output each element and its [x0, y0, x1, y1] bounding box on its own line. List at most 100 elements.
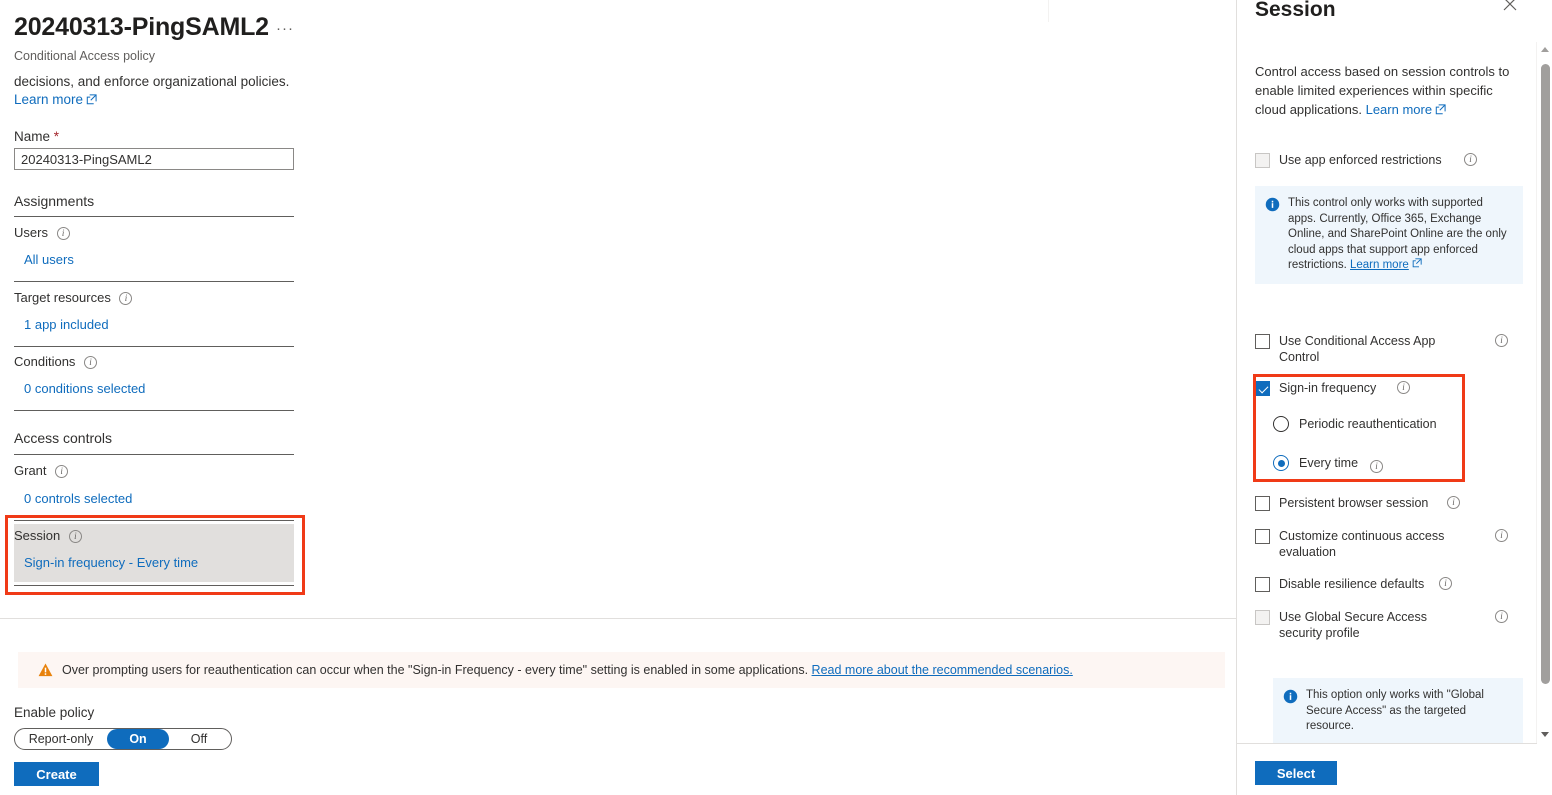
info-box-text: This option only works with "Global Secu…	[1306, 689, 1484, 732]
users-row-label: Users i	[14, 225, 70, 240]
more-options-button[interactable]: ···	[274, 21, 296, 40]
session-learn-more-label: Learn more	[1365, 102, 1433, 117]
checkbox-row-continuous-access-evaluation[interactable]: Customize continuous access evaluation	[1255, 528, 1523, 560]
name-field-label: Name *	[14, 129, 59, 144]
scroll-up-arrow-icon[interactable]	[1537, 42, 1552, 58]
grant-row-value[interactable]: 0 controls selected	[24, 491, 132, 506]
info-icon[interactable]: i	[1397, 381, 1410, 394]
enable-policy-toggle[interactable]: Report-only On Off	[14, 728, 232, 750]
assignments-divider	[14, 216, 294, 217]
info-icon[interactable]: i	[55, 465, 69, 478]
external-link-icon	[1412, 258, 1423, 269]
toggle-option-report-only[interactable]: Report-only	[15, 729, 107, 749]
radio-row-periodic-reauthentication[interactable]: Periodic reauthentication	[1273, 416, 1437, 432]
checkbox-row-global-secure-access-profile[interactable]: Use Global Secure Access security profil…	[1255, 609, 1523, 641]
session-learn-more-link[interactable]: Learn more	[1366, 102, 1446, 117]
toggle-option-off[interactable]: Off	[169, 729, 229, 749]
checkbox-row-app-enforced-restrictions[interactable]: Use app enforced restrictions	[1255, 152, 1523, 168]
users-divider	[14, 281, 294, 282]
panel-edge-divider	[1048, 0, 1049, 22]
app-root: 20240313-PingSAML2 ··· Conditional Acces…	[0, 0, 1552, 795]
info-icon[interactable]: i	[56, 227, 70, 240]
conditions-row-value[interactable]: 0 conditions selected	[24, 381, 145, 396]
footer-divider	[0, 618, 1236, 619]
page-title: 20240313-PingSAML2	[14, 13, 269, 41]
radio-every-time[interactable]	[1273, 455, 1289, 471]
session-row-value[interactable]: Sign-in frequency - Every time	[24, 555, 198, 570]
session-row-label: Session i	[14, 528, 82, 543]
info-icon[interactable]: i	[1495, 610, 1508, 623]
info-icon[interactable]: i	[1495, 334, 1508, 347]
users-row-value[interactable]: All users	[24, 252, 74, 267]
grant-divider	[14, 520, 294, 521]
conditions-divider	[14, 410, 294, 411]
info-icon[interactable]: i	[1439, 577, 1452, 590]
info-box-text-wrap: This control only works with supported a…	[1288, 196, 1511, 274]
radio-label: Periodic reauthentication	[1299, 417, 1437, 431]
radio-periodic-reauthentication[interactable]	[1273, 416, 1289, 432]
radio-label: Every time	[1299, 456, 1359, 470]
toggle-option-on[interactable]: On	[107, 729, 169, 749]
session-panel-title: Session	[1255, 0, 1336, 21]
checkbox-label: Disable resilience defaults	[1279, 577, 1425, 591]
grant-label-text: Grant	[14, 463, 47, 478]
access-controls-heading: Access controls	[14, 430, 113, 446]
info-icon[interactable]: i	[1447, 496, 1460, 509]
external-link-icon	[1435, 104, 1446, 115]
scroll-down-arrow-icon[interactable]	[1537, 727, 1552, 743]
checkbox-label: Persistent browser session	[1279, 496, 1429, 510]
enable-policy-label: Enable policy	[14, 705, 95, 720]
session-panel-description: Control access based on session controls…	[1255, 62, 1523, 119]
info-icon[interactable]: i	[1370, 460, 1383, 473]
info-circle-icon	[1265, 197, 1280, 212]
info-icon[interactable]: i	[1495, 529, 1508, 542]
policy-description-text: decisions, and enforce organizational po…	[14, 74, 290, 89]
checkbox-sign-in-frequency[interactable]	[1255, 381, 1270, 396]
scrollbar-thumb[interactable]	[1541, 64, 1550, 684]
radio-row-every-time[interactable]: Every time	[1273, 455, 1358, 471]
info-box-global-secure-access: This option only works with "Global Secu…	[1273, 678, 1523, 743]
checkbox-row-sign-in-frequency[interactable]: Sign-in frequency	[1255, 380, 1523, 396]
session-flyout-panel: Session Control access based on session …	[1236, 0, 1552, 795]
checkbox-disable-resilience-defaults[interactable]	[1255, 577, 1270, 592]
checkbox-row-persistent-browser-session[interactable]: Persistent browser session	[1255, 495, 1523, 511]
info-box-learn-more-link[interactable]: Learn more	[1350, 258, 1423, 271]
target-resources-row-label: Target resources i	[14, 290, 133, 305]
panel-scrollbar[interactable]	[1536, 42, 1552, 743]
info-circle-icon	[1283, 689, 1298, 704]
checkbox-conditional-access-app-control[interactable]	[1255, 334, 1270, 349]
close-icon[interactable]	[1502, 0, 1524, 18]
users-label-text: Users	[14, 225, 48, 240]
checkbox-persistent-browser-session[interactable]	[1255, 496, 1270, 511]
learn-more-link[interactable]: Learn more	[14, 92, 97, 107]
info-icon[interactable]: i	[84, 356, 98, 369]
checkbox-label: Use app enforced restrictions	[1279, 153, 1442, 167]
checkbox-global-secure-access-profile	[1255, 610, 1270, 625]
page-subtitle: Conditional Access policy	[14, 49, 156, 63]
checkbox-row-disable-resilience-defaults[interactable]: Disable resilience defaults	[1255, 576, 1523, 592]
learn-more-label: Learn more	[14, 92, 84, 107]
checkbox-label: Customize continuous access evaluation	[1279, 529, 1445, 559]
checkbox-continuous-access-evaluation[interactable]	[1255, 529, 1270, 544]
target-resources-row-value[interactable]: 1 app included	[24, 317, 109, 332]
checkbox-label: Use Conditional Access App Control	[1279, 334, 1436, 364]
warning-read-more-link[interactable]: Read more about the recommended scenario…	[812, 663, 1073, 677]
assignments-heading: Assignments	[14, 193, 95, 209]
info-box-app-enforced-restrictions: This control only works with supported a…	[1255, 186, 1523, 284]
info-icon[interactable]: i	[1464, 153, 1477, 166]
policy-editor-pane: 20240313-PingSAML2 ··· Conditional Acces…	[0, 0, 1236, 795]
target-resources-label-text: Target resources	[14, 290, 111, 305]
checkbox-app-enforced-restrictions	[1255, 153, 1270, 168]
info-icon[interactable]: i	[68, 530, 82, 543]
warning-icon	[38, 663, 53, 677]
select-button[interactable]: Select	[1255, 761, 1337, 785]
policy-description: decisions, and enforce organizational po…	[14, 73, 314, 109]
conditions-label-text: Conditions	[14, 354, 76, 369]
policy-name-input[interactable]	[14, 148, 294, 170]
create-button[interactable]: Create	[14, 762, 99, 786]
info-icon[interactable]: i	[119, 292, 133, 305]
access-controls-divider	[14, 454, 294, 455]
checkbox-row-conditional-access-app-control[interactable]: Use Conditional Access App Control	[1255, 333, 1523, 365]
title-row: 20240313-PingSAML2	[14, 12, 304, 46]
grant-row-label: Grant i	[14, 463, 69, 478]
